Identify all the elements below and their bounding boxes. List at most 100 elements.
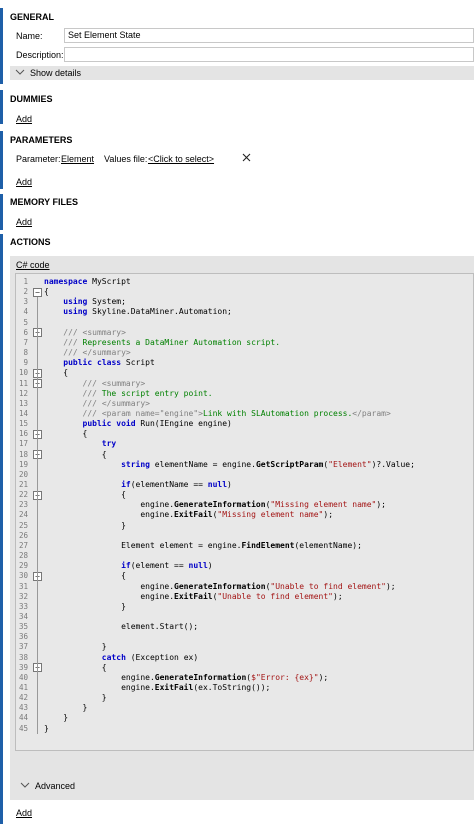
fold-guide-line — [37, 297, 38, 734]
code-line: /// <summary> — [82, 378, 146, 388]
line-number: 30 — [18, 571, 28, 581]
code-line: } — [44, 723, 49, 733]
parameter-element-link[interactable]: Element — [61, 154, 94, 164]
line-number: 22 — [18, 490, 28, 500]
name-field[interactable]: Set Element State — [64, 28, 474, 43]
code-line: { — [44, 490, 126, 500]
line-number: 1 — [23, 277, 28, 286]
actions-accent-bar — [0, 234, 3, 824]
code-line: /// </summary> — [63, 348, 131, 358]
line-number: 19 — [18, 459, 28, 469]
actions-add-link[interactable]: Add — [16, 808, 32, 818]
memory-files-add-link[interactable]: Add — [16, 217, 32, 227]
line-number: 12 — [18, 388, 28, 398]
show-details-label: Show details — [30, 68, 82, 78]
parameters-accent-bar — [0, 131, 3, 189]
line-number: 28 — [18, 551, 28, 561]
line-number: 27 — [18, 540, 28, 550]
line-number: 23 — [18, 500, 28, 510]
line-number: 37 — [18, 642, 28, 652]
code-editor[interactable]: 1 2 3 4 5 6 7 8 9 10 11 12 13 14 15 16 17 18 19 20 21 22 23 24 2… — [15, 273, 474, 751]
values-file-label: Values file: — [104, 154, 148, 164]
line-number: 41 — [18, 683, 28, 692]
code-line: try — [101, 439, 117, 449]
memory-files-accent-bar — [0, 194, 3, 230]
dummies-header: DUMMIES — [10, 94, 53, 104]
line-number: 15 — [18, 419, 28, 429]
code-line: public class Script — [63, 358, 155, 368]
line-number-gutter: 1 2 3 4 5 6 7 8 9 10 11 12 13 14 15 16 17 18 19 20 21 22 23 24 2… — [16, 274, 32, 750]
code-line: /// The script entry point. — [82, 388, 213, 398]
code-line: /// </summary> — [82, 398, 150, 408]
parameters-header: PARAMETERS — [10, 135, 73, 145]
line-number: 2 — [23, 287, 28, 297]
code-line: { — [44, 287, 49, 297]
show-details-toggle[interactable]: Show details — [10, 66, 474, 80]
code-line: } — [44, 642, 107, 652]
line-number: 4 — [23, 307, 28, 317]
description-label: Description: — [16, 50, 64, 60]
fold-margin: −−−−−−−−− — [33, 274, 44, 750]
code-line: /// Represents a DataMiner Automation sc… — [63, 337, 281, 347]
memory-files-header: MEMORY FILES — [10, 197, 79, 207]
code-line: } — [44, 703, 88, 713]
description-field[interactable] — [64, 47, 474, 62]
code-line: } — [44, 601, 126, 611]
advanced-label: Advanced — [35, 781, 76, 791]
line-number: 16 — [18, 429, 28, 439]
line-number: 33 — [18, 601, 28, 611]
chevron-down-icon — [15, 66, 25, 80]
code-line: element.Start(); — [44, 622, 199, 632]
code-line: namespace MyScript — [44, 277, 131, 286]
code-line: /// <summary> — [63, 327, 126, 337]
line-number: 7 — [23, 337, 28, 347]
line-number: 39 — [18, 662, 28, 672]
code-line: { — [44, 449, 107, 459]
line-number: 18 — [18, 449, 28, 459]
line-number: 24 — [18, 510, 28, 520]
line-number: 32 — [18, 591, 28, 601]
code-body[interactable]: namespace MyScript{ using System; using … — [44, 274, 473, 750]
line-number: 13 — [18, 398, 28, 408]
code-line: { — [44, 662, 107, 672]
advanced-toggle[interactable]: Advanced — [15, 779, 474, 794]
dummies-add-link[interactable]: Add — [16, 114, 32, 124]
line-number: 8 — [23, 348, 28, 358]
code-line: engine.GenerateInformation("Unable to fi… — [44, 581, 396, 591]
line-number: 9 — [23, 358, 28, 368]
values-file-link[interactable]: <Click to select> — [148, 154, 214, 164]
code-line: engine.GenerateInformation($"Error: {ex}… — [44, 672, 329, 682]
code-line: /// <param name="engine">Link with SLAut… — [82, 408, 391, 418]
code-line: Element element = engine.FindElement(ele… — [44, 540, 362, 550]
parameters-add-link[interactable]: Add — [16, 177, 32, 187]
csharp-code-action-link[interactable]: C# code — [16, 260, 50, 270]
code-line: } — [44, 520, 126, 530]
chevron-down-icon — [20, 779, 30, 794]
fold-toggle-icon[interactable]: − — [33, 287, 42, 297]
code-line: { — [44, 368, 69, 378]
line-number: 21 — [18, 480, 28, 489]
line-number: 5 — [23, 317, 28, 327]
code-line: catch (Exception ex) — [101, 652, 199, 662]
line-number: 45 — [18, 723, 28, 733]
code-line: using Skyline.DataMiner.Automation; — [63, 307, 232, 317]
code-line: engine.GenerateInformation("Missing elem… — [44, 500, 386, 510]
actions-header: ACTIONS — [10, 237, 51, 247]
line-number: 3 — [23, 297, 28, 307]
code-line: } — [44, 693, 107, 703]
parameter-label: Parameter: — [16, 154, 61, 164]
line-number: 14 — [18, 408, 28, 418]
code-line: string elementName = engine.GetScriptPar… — [121, 459, 415, 469]
code-line: engine.ExitFail("Missing element name"); — [44, 510, 334, 520]
line-number: 26 — [18, 530, 28, 540]
code-line: { — [44, 429, 88, 439]
line-number: 31 — [18, 581, 28, 591]
line-number: 38 — [18, 652, 28, 662]
line-number: 25 — [18, 520, 28, 530]
code-line: if(element == null) — [121, 561, 213, 571]
line-number: 40 — [18, 672, 28, 682]
line-number: 29 — [18, 561, 28, 571]
close-icon[interactable] — [242, 153, 251, 164]
code-line: engine.ExitFail(ex.ToString()); — [44, 683, 271, 692]
code-line: } — [44, 713, 69, 723]
